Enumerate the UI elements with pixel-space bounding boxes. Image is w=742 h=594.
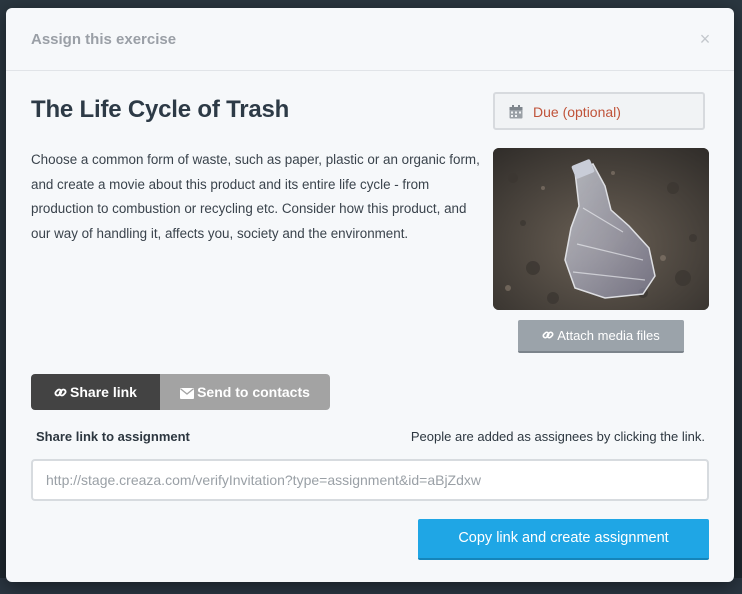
share-link-note: People are added as assignees by clickin… <box>410 429 705 444</box>
share-link-heading: Share link to assignment <box>36 429 190 444</box>
exercise-title: The Life Cycle of Trash <box>31 96 290 123</box>
modal-title: Assign this exercise <box>31 31 177 48</box>
exercise-description: Choose a common form of waste, such as p… <box>31 152 480 241</box>
due-date-picker[interactable]: Due (optional) <box>493 92 705 130</box>
modal-header: Assign this exercise × <box>6 8 734 71</box>
due-label: Due (optional) <box>533 104 621 120</box>
link-icon <box>542 331 554 339</box>
share-link-input[interactable] <box>31 459 709 501</box>
tab-send-to-contacts[interactable]: Send to contacts <box>160 374 330 410</box>
assign-exercise-modal: Assign this exercise × The Life Cycle of… <box>6 8 734 582</box>
envelope-icon <box>180 388 195 399</box>
attach-media-label: Attach media files <box>557 328 660 343</box>
tab-share-link[interactable]: Share link <box>31 374 160 410</box>
link-icon <box>54 388 67 397</box>
attach-media-button[interactable]: Attach media files <box>518 320 684 353</box>
copy-link-create-assignment-button[interactable]: Copy link and create assignment <box>418 519 709 560</box>
tab-share-link-label: Share link <box>70 384 137 400</box>
tab-send-to-contacts-label: Send to contacts <box>197 384 310 400</box>
exercise-thumbnail <box>493 148 709 310</box>
calendar-icon <box>509 105 523 119</box>
close-icon[interactable]: × <box>698 30 712 48</box>
